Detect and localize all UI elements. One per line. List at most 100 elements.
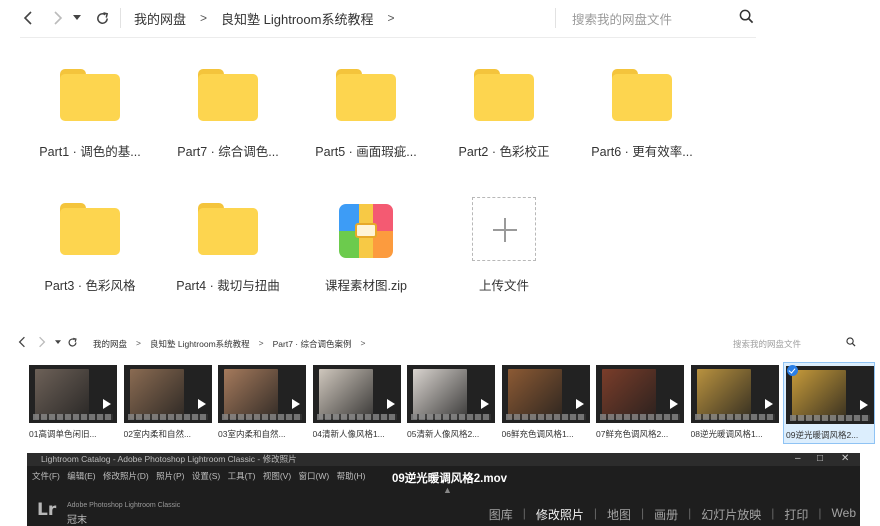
video-thumbnail[interactable]: 05清新人像风格2... [405,362,497,444]
close-button[interactable]: ✕ [841,453,849,464]
folder-icon [198,203,258,255]
video-preview-image [407,365,495,423]
folder-part7[interactable]: Part7 · 综合调色... [164,69,292,179]
breadcrumb-lightroom-course[interactable]: 良知塾 Lightroom系统教程 [150,338,250,350]
window-title: Lightroom Catalog - Adobe Photoshop Ligh… [27,453,860,466]
module-divider: | [522,506,526,520]
video-thumbnail[interactable]: 09逆光暖调风格2... [783,362,875,444]
folder-icon [198,69,258,121]
module-develop[interactable]: 修改照片 [536,506,584,523]
video-name: 05清新人像风格2... [407,429,480,439]
video-thumbnail[interactable]: 02室内柔和自然... [122,362,214,444]
folder-part6[interactable]: Part6 · 更有效率... [578,69,706,179]
breadcrumb-my-drive[interactable]: 我的网盘 [134,9,186,28]
video-thumbnail[interactable]: 01高调单色闲旧... [27,362,119,444]
video-name: 07鲜充色调风格2... [596,429,669,439]
upload-file-button[interactable]: 上传文件 [440,197,568,313]
breadcrumb-part7[interactable]: Part7 · 综合调色案例 [273,338,352,350]
menu-help[interactable]: 帮助(H) [337,471,366,481]
module-map[interactable]: 地图 [607,506,631,523]
play-icon [292,399,300,409]
photo-preview [602,369,656,419]
breadcrumb-lightroom-course[interactable]: 良知塾 Lightroom系统教程 [221,9,373,28]
video-thumbnail[interactable]: 04清新人像风格1... [311,362,403,444]
menu-window[interactable]: 窗口(W) [299,471,330,481]
menu-photo[interactable]: 照片(P) [156,471,184,481]
search-icon[interactable] [846,337,856,347]
video-thumbnail[interactable]: 06鲜充色调风格1... [500,362,592,444]
module-slideshow[interactable]: 幻灯片放映 [701,506,761,523]
filmstrip-preview [127,414,208,420]
zip-file-course-materials[interactable]: 课程素材图.zip [302,203,430,313]
video-name: 02室内柔和自然... [123,429,192,439]
folder-label: Part7 · 综合调色... [177,145,279,159]
video-name: 01高调单色闲旧... [29,429,97,439]
folder-part1[interactable]: Part1 · 调色的基... [26,69,154,179]
menu-bar: 文件(F) 编辑(E) 修改照片(D) 照片(P) 设置(S) 工具(T) 视图… [27,470,365,482]
module-divider: | [771,506,775,520]
menu-edit[interactable]: 编辑(E) [67,471,95,481]
filmstrip-preview [33,414,113,420]
search-input[interactable]: 搜索我的网盘文件 [572,9,672,28]
video-thumbnail-list: 01高调单色闲旧... 02室内柔和自然... 03室内柔和自然... 04清新人像风… [0,362,880,446]
panel-collapse-icon[interactable]: ▲ [443,485,452,495]
chevron-left-icon[interactable] [18,336,26,348]
photo-preview [413,369,467,419]
photo-preview [318,369,373,419]
navigation-bar: 我的网盘 > 良知塾 Lightroom系统教程 > 搜索我的网盘文件 [0,0,880,38]
history-dropdown-button[interactable] [70,6,84,30]
folder-part5[interactable]: Part5 · 画面瑕疵... [302,69,430,179]
breadcrumb-my-drive[interactable]: 我的网盘 [93,338,127,350]
folder-label: Part4 · 裁切与扭曲 [176,279,280,293]
refresh-icon [96,11,108,24]
refresh-button[interactable] [91,6,113,30]
play-icon [764,399,773,409]
upload-label: 上传文件 [478,279,529,293]
selected-check-icon[interactable] [787,365,798,376]
video-name: 08逆光暖调风格1... [690,429,763,439]
filmstrip-preview [316,414,397,420]
module-book[interactable]: 画册 [654,506,678,523]
forward-button[interactable] [47,6,69,30]
menu-view[interactable]: 视图(V) [263,471,291,481]
filmstrip-preview [790,415,870,421]
folder-part4[interactable]: Part4 · 裁切与扭曲 [164,203,292,313]
video-name: 04清新人像风格1... [312,429,385,439]
video-thumbnail[interactable]: 03室内柔和自然... [216,362,308,444]
menu-settings[interactable]: 设置(S) [192,471,220,481]
lightroom-logo: Lr [37,500,57,520]
chevron-right-icon[interactable] [38,336,46,348]
module-web[interactable]: Web [832,506,856,523]
menu-tools[interactable]: 工具(T) [228,471,256,481]
search-icon[interactable] [739,9,754,24]
video-preview-image [596,365,684,423]
inner-search-input[interactable]: 搜索我的网盘文件 [733,338,801,350]
back-button[interactable] [17,6,39,30]
refresh-icon[interactable] [67,337,78,348]
video-thumbnail[interactable]: 08逆光暖调风格1... [689,362,781,444]
video-thumbnail[interactable]: 07鲜充色调风格2... [594,362,686,444]
play-icon [575,399,584,409]
file-label: 课程素材图.zip [325,279,407,293]
module-print[interactable]: 打印 [784,506,808,523]
breadcrumb-separator: > [360,338,366,348]
video-filename-overlay: 09逆光暖调风格2.mov [392,473,508,485]
chevron-right-icon [54,11,63,25]
caret-down-icon[interactable] [55,340,61,345]
photo-preview [507,369,562,419]
video-preview-image [690,365,779,423]
module-library[interactable]: 图库 [489,506,513,523]
module-divider: | [688,506,692,520]
minimize-button[interactable]: – [795,453,801,464]
play-icon [103,399,111,409]
breadcrumb-separator: > [136,338,141,348]
folder-icon [474,69,534,121]
folder-part3[interactable]: Part3 · 色彩风格 [26,203,154,313]
menu-file[interactable]: 文件(F) [32,471,60,481]
menu-develop[interactable]: 修改照片(D) [103,471,149,481]
maximize-button[interactable]: □ [817,453,823,464]
inner-breadcrumb: 我的网盘 > 良知塾 Lightroom系统教程 > Part7 · 综合调色案… [93,338,374,350]
video-preview-image [312,365,401,423]
folder-part2[interactable]: Part2 · 色彩校正 [440,69,568,179]
video-preview-image [123,365,212,423]
